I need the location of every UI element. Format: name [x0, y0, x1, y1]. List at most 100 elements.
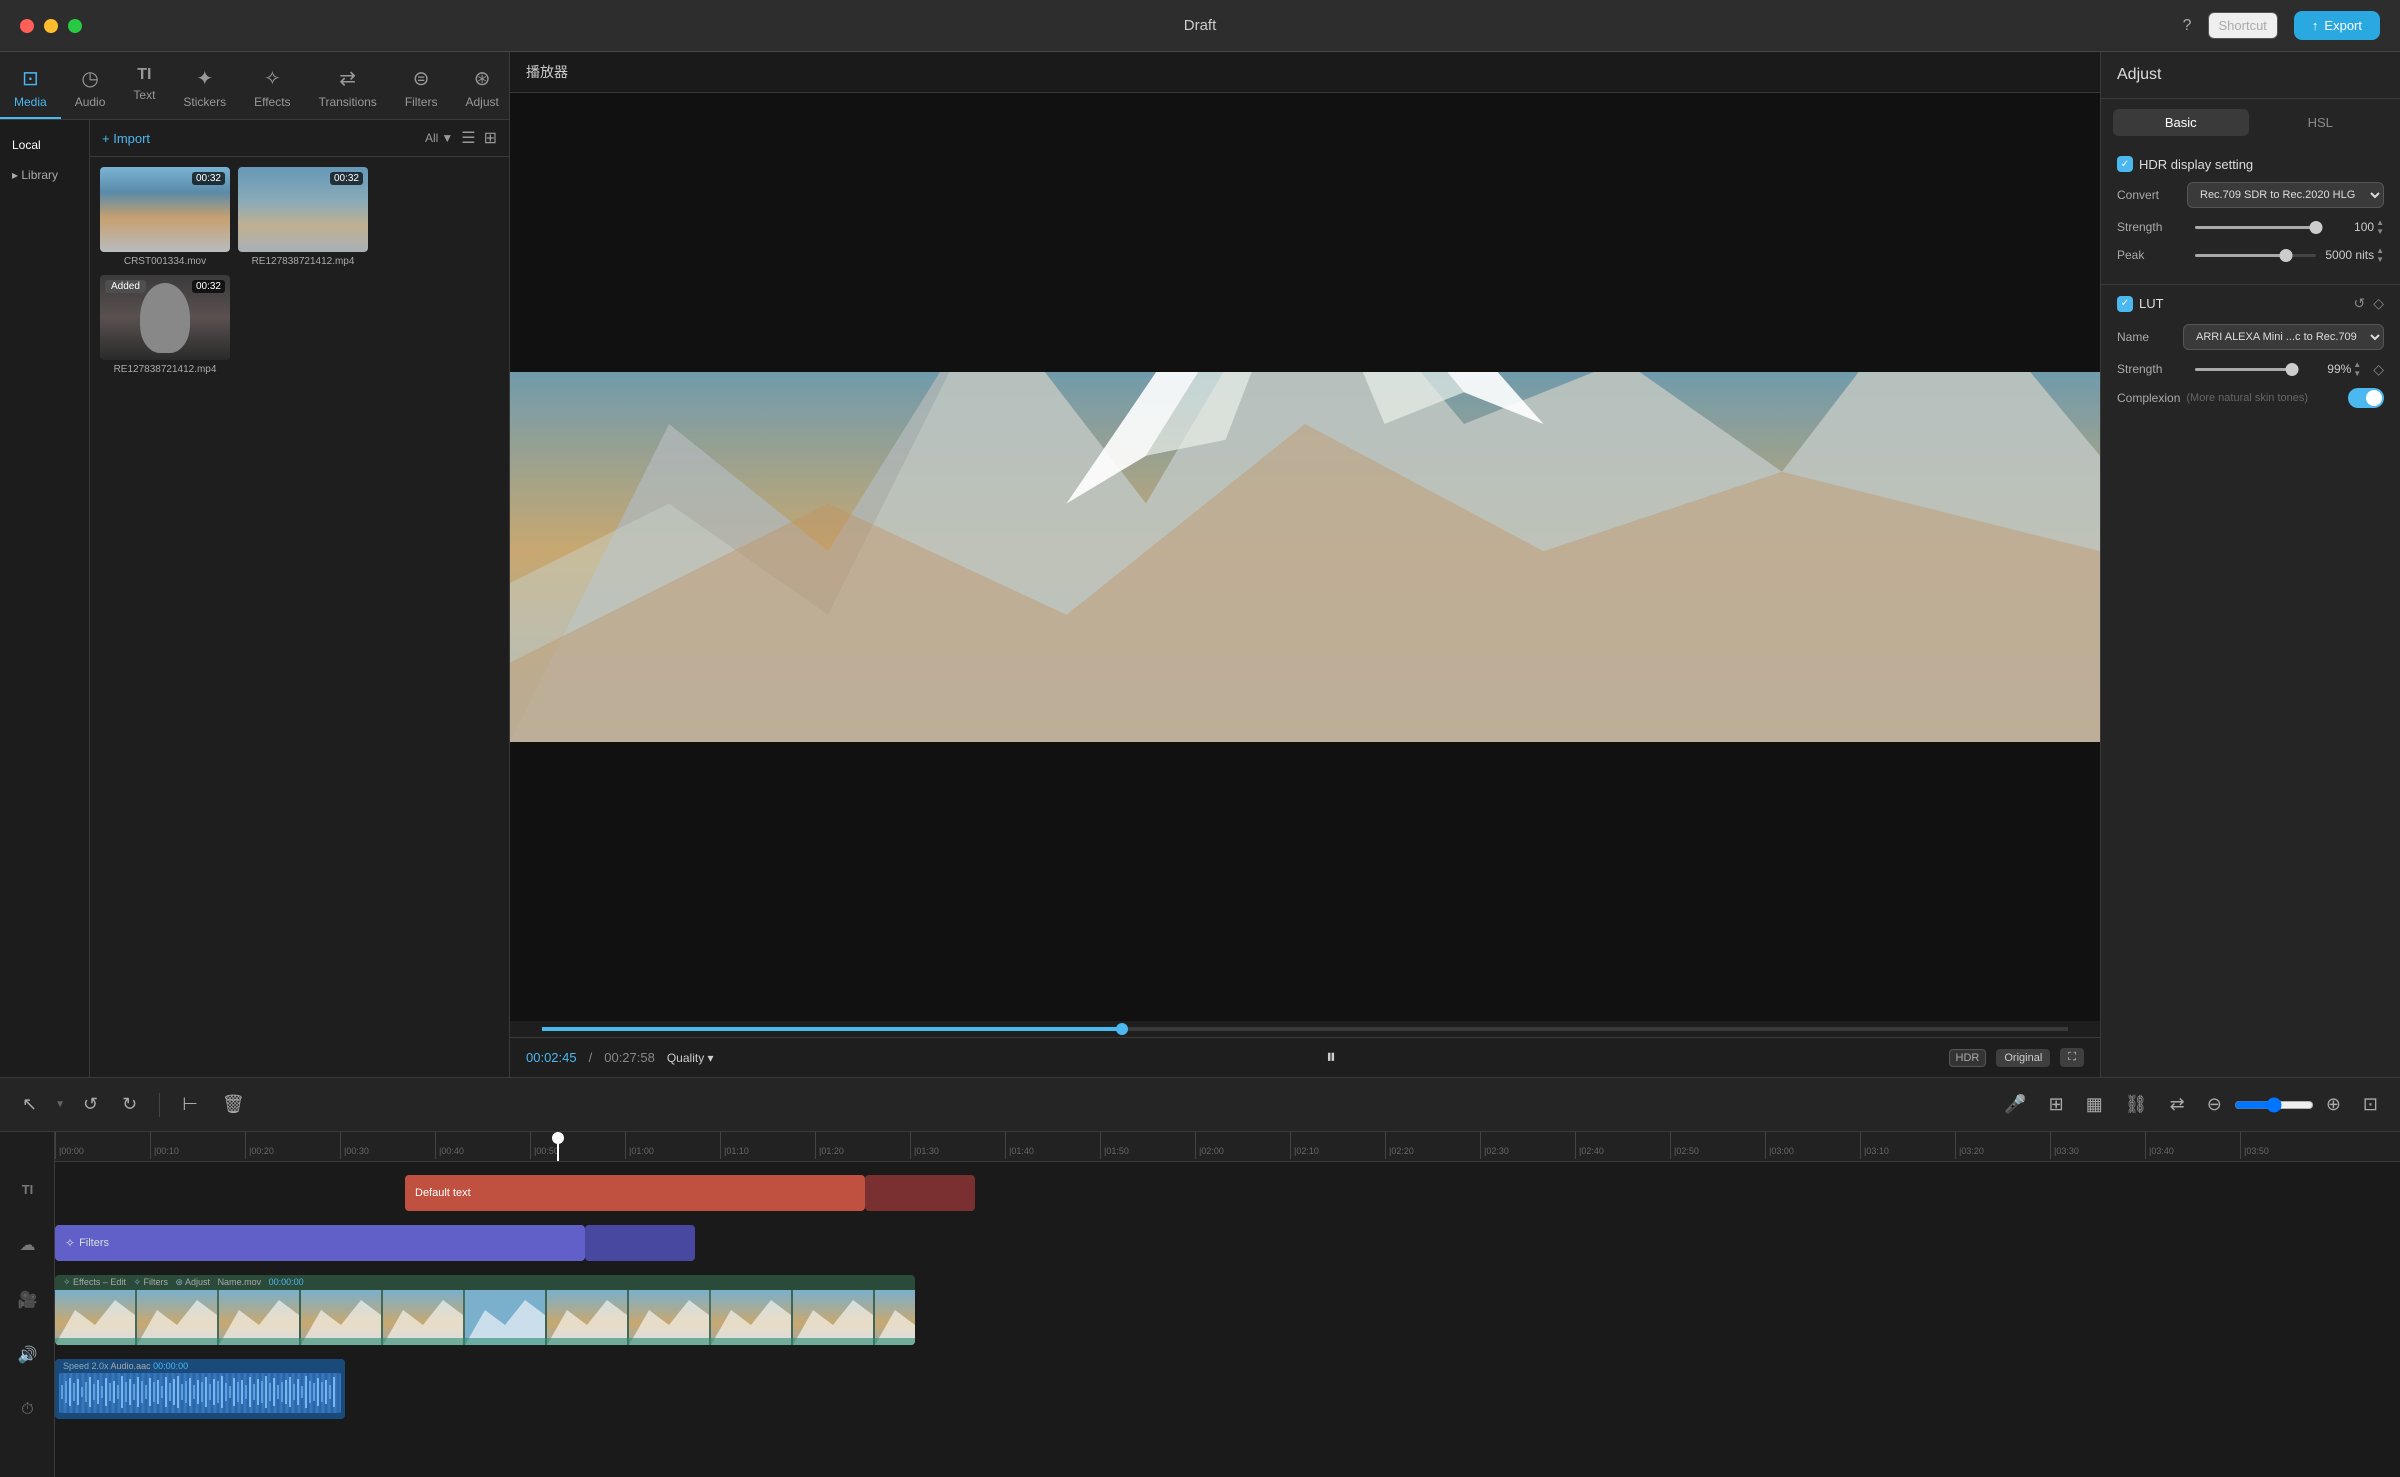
- redo-button[interactable]: ↻: [116, 1090, 143, 1119]
- mic-button[interactable]: 🎤: [1998, 1090, 2032, 1119]
- hdr-button[interactable]: HDR: [1949, 1049, 1987, 1067]
- scrubber[interactable]: [542, 1027, 2068, 1031]
- quality-button[interactable]: Quality ▾: [667, 1051, 714, 1065]
- audio-track[interactable]: Speed 2.0x Audio.aac 00:00:00: [55, 1359, 345, 1419]
- export-button[interactable]: ↑ Export: [2294, 11, 2380, 40]
- ruler-mark: |00:30: [340, 1132, 435, 1159]
- time-total-value: 00:27:58: [604, 1050, 655, 1065]
- fit-button[interactable]: ⊡: [2357, 1090, 2384, 1119]
- tab-basic[interactable]: Basic: [2113, 109, 2249, 136]
- link-button[interactable]: ⊞: [2043, 1090, 2070, 1119]
- ruler-mark: |01:00: [625, 1132, 720, 1159]
- snap-button[interactable]: ▦: [2080, 1090, 2109, 1119]
- preview-area: [510, 93, 2100, 1021]
- select-tool[interactable]: ↖: [16, 1090, 43, 1119]
- lut-checkbox[interactable]: ✓: [2117, 296, 2133, 312]
- fullscreen-button[interactable]: ⛶: [2060, 1048, 2084, 1067]
- time-total: /: [589, 1050, 593, 1065]
- lut-strength-diamond[interactable]: ◇: [2373, 361, 2384, 378]
- convert-select[interactable]: Rec.709 SDR to Rec.2020 HLG: [2187, 182, 2384, 208]
- timer-track-icon[interactable]: ⏱: [0, 1382, 55, 1437]
- split-button[interactable]: ⊢: [176, 1090, 204, 1119]
- strength-slider[interactable]: [2195, 226, 2316, 229]
- hdr-check-row: ✓ HDR display setting: [2117, 156, 2384, 172]
- tab-media[interactable]: ⊡ Media: [0, 60, 61, 119]
- sticker-track-icon[interactable]: ☁: [0, 1217, 55, 1272]
- playhead[interactable]: [557, 1132, 559, 1161]
- peak-label: Peak: [2117, 248, 2187, 262]
- tab-media-label: Media: [14, 95, 47, 109]
- transition-button[interactable]: ⇄: [2164, 1090, 2191, 1119]
- preview-video: [510, 372, 2100, 742]
- lut-reset-button[interactable]: ↺: [2353, 295, 2365, 312]
- minimize-button[interactable]: [44, 19, 58, 33]
- hdr-label: HDR display setting: [2139, 157, 2253, 172]
- chain-button[interactable]: ⛓: [2119, 1090, 2154, 1119]
- text-track[interactable]: Default text: [405, 1175, 865, 1211]
- adjust-title: Adjust: [2101, 52, 2400, 99]
- tab-text[interactable]: TI Text: [119, 60, 169, 119]
- help-icon[interactable]: ?: [2183, 17, 2192, 35]
- complexion-sublabel: (More natural skin tones): [2186, 392, 2308, 404]
- tab-hsl[interactable]: HSL: [2253, 109, 2389, 136]
- tab-transitions[interactable]: ⇄ Transitions: [305, 60, 391, 119]
- ruler-mark: |03:30: [2050, 1132, 2145, 1159]
- shortcut-button[interactable]: Shortcut: [2208, 12, 2278, 39]
- filters-track[interactable]: ✧ Filters: [55, 1225, 585, 1261]
- delete-button[interactable]: 🗑: [216, 1090, 251, 1119]
- lut-strength-row: Strength 99% ▲▼ ◇: [2117, 360, 2384, 378]
- video-track[interactable]: ✧ Effects – Edit ✧ Filters ⊛ Adjust Name…: [55, 1275, 915, 1345]
- tab-audio[interactable]: ◷ Audio: [61, 60, 120, 119]
- peak-slider[interactable]: [2195, 254, 2316, 257]
- lut-name-select[interactable]: ARRI ALEXA Mini ...c to Rec.709: [2183, 324, 2384, 350]
- zoom-slider[interactable]: [2234, 1097, 2314, 1113]
- lut-strength-slider[interactable]: [2195, 368, 2293, 371]
- ruler-mark: |03:50: [2240, 1132, 2335, 1159]
- tab-effects[interactable]: ✧ Effects: [240, 60, 304, 119]
- list-item[interactable]: Added 00:32 RE127838721412.mp4: [100, 275, 230, 375]
- zoom-in-button[interactable]: ⊕: [2320, 1090, 2347, 1119]
- video-strip: [55, 1290, 915, 1345]
- video-track-icon[interactable]: 🎥: [0, 1272, 55, 1327]
- preview-controls: 00:02:45 / 00:27:58 Quality ▾ ⏸ HDR Orig…: [510, 1037, 2100, 1077]
- sidebar-item-local[interactable]: Local: [0, 130, 89, 160]
- audio-track-icon[interactable]: 🔊: [0, 1327, 55, 1382]
- adjust-icon: ⊛: [474, 66, 491, 91]
- convert-label: Convert: [2117, 188, 2187, 202]
- list-view-button[interactable]: ☰: [461, 128, 475, 148]
- ruler-mark: |00:00: [55, 1132, 150, 1159]
- text-track-icon[interactable]: TI: [0, 1162, 55, 1217]
- tab-stickers[interactable]: ✦ Stickers: [169, 60, 240, 119]
- ruler-mark: |02:20: [1385, 1132, 1480, 1159]
- ruler-mark: |03:20: [1955, 1132, 2050, 1159]
- list-item[interactable]: 00:32 RE127838721412.mp4: [238, 167, 368, 267]
- filter-button[interactable]: All ▼: [425, 131, 453, 145]
- grid-view-button[interactable]: ⊞: [484, 128, 497, 148]
- lut-label: LUT: [2139, 296, 2164, 311]
- tab-adjust[interactable]: ⊛ Adjust: [451, 60, 512, 119]
- select-dropdown[interactable]: ▼: [55, 1099, 65, 1110]
- tab-filters[interactable]: ⊜ Filters: [391, 60, 452, 119]
- play-button[interactable]: ⏸: [1326, 1046, 1336, 1069]
- peak-stepper[interactable]: ▲▼: [2376, 246, 2384, 264]
- effects-icon: ✧: [264, 66, 281, 91]
- media-sidebar: Local ▸ Library: [0, 120, 90, 1077]
- hdr-checkbox[interactable]: ✓: [2117, 156, 2133, 172]
- audio-icon: ◷: [81, 66, 98, 91]
- video-track-row: ✧ Effects – Edit ✧ Filters ⊛ Adjust Name…: [55, 1270, 2400, 1350]
- ruler-mark: |01:10: [720, 1132, 815, 1159]
- list-item[interactable]: 00:32 CRST001334.mov: [100, 167, 230, 267]
- lut-strength-stepper[interactable]: ▲▼: [2353, 360, 2361, 378]
- zoom-out-button[interactable]: ⊖: [2201, 1090, 2228, 1119]
- sidebar-item-library[interactable]: ▸ Library: [0, 160, 89, 190]
- undo-button[interactable]: ↺: [77, 1090, 104, 1119]
- complexion-toggle[interactable]: [2348, 388, 2384, 408]
- lut-diamond-button[interactable]: ◇: [2373, 295, 2384, 312]
- import-button[interactable]: + Import: [102, 131, 150, 146]
- fullscreen-button[interactable]: [68, 19, 82, 33]
- peak-row: Peak 5000 nits ▲▼: [2117, 246, 2384, 264]
- ruler-mark: |03:40: [2145, 1132, 2240, 1159]
- original-button[interactable]: Original: [1996, 1049, 2050, 1067]
- strength-stepper[interactable]: ▲▼: [2376, 218, 2384, 236]
- close-button[interactable]: [20, 19, 34, 33]
